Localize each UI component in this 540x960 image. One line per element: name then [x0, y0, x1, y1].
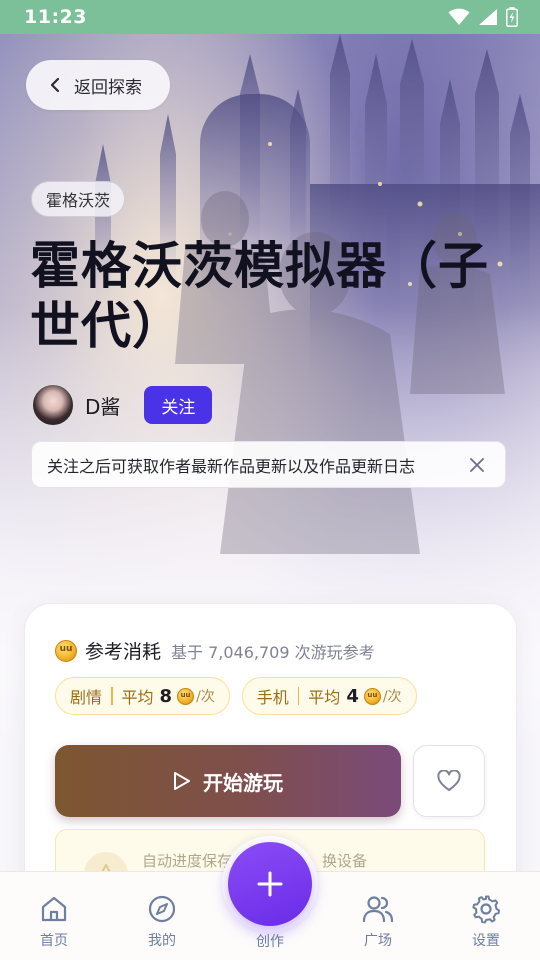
- follow-button[interactable]: 关注: [144, 386, 213, 424]
- follow-tip: 关注之后可获取作者最新作品更新以及作品更新日志: [31, 441, 506, 488]
- author-row: D酱 关注: [32, 384, 213, 426]
- status-bar: 11:23: [0, 0, 540, 34]
- chip-avg-label: 平均: [121, 688, 154, 707]
- nav-item-mine[interactable]: 我的: [108, 872, 216, 960]
- nav-label: 首页: [40, 933, 68, 949]
- back-button-label: 返回探索: [74, 77, 142, 98]
- back-button[interactable]: 返回探索: [26, 60, 170, 110]
- nav-item-square[interactable]: 广场: [324, 872, 432, 960]
- chip-value: 4: [346, 685, 359, 707]
- status-time: 11:23: [24, 6, 87, 28]
- chip-name: 剧情: [70, 688, 103, 707]
- status-icons: [448, 7, 518, 27]
- start-play-button[interactable]: 开始游玩: [55, 745, 401, 817]
- chip-unit: /次: [196, 689, 215, 705]
- plus-icon: [257, 871, 283, 897]
- start-play-label: 开始游玩: [203, 770, 283, 795]
- chip-name: 手机: [256, 688, 289, 707]
- cost-label: 参考消耗: [85, 641, 162, 663]
- compass-icon: [148, 895, 176, 923]
- follow-tip-text: 关注之后可获取作者最新作品更新以及作品更新日志: [47, 456, 416, 476]
- cost-basis: 基于 7,046,709 次游玩参考: [171, 642, 375, 662]
- cost-chip: 手机 平均 4 /次: [241, 677, 417, 715]
- gear-icon: [472, 895, 500, 924]
- favorite-button[interactable]: [413, 745, 485, 817]
- avatar[interactable]: [32, 384, 74, 426]
- create-button[interactable]: [222, 836, 318, 932]
- nav-label: 设置: [472, 933, 500, 949]
- create-button-inner: [228, 842, 312, 926]
- cost-chips: 剧情 平均 8 /次 手机 平均 4 /次: [55, 677, 417, 715]
- home-icon: [41, 896, 67, 922]
- play-icon: [174, 772, 190, 790]
- coin-icon: [177, 687, 195, 705]
- chip-value: 8: [159, 685, 173, 707]
- category-tag[interactable]: 霍格沃茨: [31, 181, 126, 217]
- nav-label: 创作: [256, 934, 284, 950]
- close-icon[interactable]: [467, 455, 487, 475]
- divider: [111, 687, 113, 705]
- chip-unit: /次: [382, 689, 402, 705]
- cost-row: 参考消耗 基于 7,046,709 次游玩参考: [55, 637, 375, 664]
- nav-label: 我的: [148, 933, 176, 949]
- chevron-left-icon: [50, 77, 60, 93]
- battery-icon: [506, 7, 518, 27]
- heart-icon: [437, 770, 461, 791]
- author-name[interactable]: D酱: [85, 391, 120, 420]
- nav-item-settings[interactable]: 设置: [432, 872, 540, 960]
- users-icon: [362, 896, 394, 923]
- divider: [297, 687, 300, 705]
- nav-item-home[interactable]: 首页: [0, 872, 108, 960]
- game-title: 霍格沃茨模拟器（子世代）: [30, 237, 489, 355]
- coin-icon: [363, 687, 381, 705]
- signal-icon: [479, 9, 497, 25]
- wifi-icon: [448, 8, 470, 25]
- chip-avg-label: 平均: [308, 688, 341, 707]
- nav-label: 广场: [364, 933, 392, 949]
- cost-chip: 剧情 平均 8 /次: [55, 677, 230, 715]
- coin-icon: [55, 639, 77, 662]
